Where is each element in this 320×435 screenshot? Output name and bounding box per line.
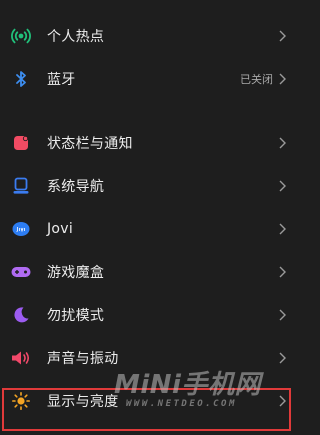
- settings-item-display-brightness[interactable]: 显示与亮度: [0, 379, 295, 422]
- settings-item-hotspot[interactable]: 个人热点: [0, 14, 295, 57]
- settings-item-label: Jovi: [47, 220, 74, 237]
- chevron-right-icon: [279, 309, 286, 320]
- settings-item-label: 个人热点: [47, 28, 105, 45]
- chevron-right-icon: [279, 180, 286, 191]
- chevron-right-icon: [279, 223, 286, 234]
- moon-icon: [10, 304, 32, 326]
- settings-item-label: 勿扰模式: [47, 307, 105, 324]
- chevron-right-icon: [279, 352, 286, 363]
- top-settings-group: 个人热点 蓝牙 已关闭: [0, 14, 295, 100]
- settings-item-label: 状态栏与通知: [47, 135, 133, 152]
- settings-item-label: 显示与亮度: [47, 393, 119, 410]
- chevron-right-icon: [279, 266, 286, 277]
- settings-item-game-box[interactable]: 游戏魔盒: [0, 250, 295, 293]
- jovi-icon: [10, 218, 32, 240]
- bluetooth-status-value: 已关闭: [240, 72, 273, 86]
- settings-item-status-bar-notifications[interactable]: 状态栏与通知: [0, 121, 295, 164]
- settings-item-system-navigation[interactable]: 系统导航: [0, 164, 295, 207]
- brightness-icon: [10, 390, 32, 412]
- settings-item-sound-vibration[interactable]: 声音与振动: [0, 336, 295, 379]
- bluetooth-icon: [10, 68, 32, 90]
- hotspot-icon: [10, 25, 32, 47]
- settings-item-jovi[interactable]: Jovi: [0, 207, 295, 250]
- settings-item-label: 蓝牙: [47, 71, 76, 88]
- chevron-right-icon: [279, 137, 286, 148]
- settings-item-label: 系统导航: [47, 178, 105, 195]
- settings-item-do-not-disturb[interactable]: 勿扰模式: [0, 293, 295, 336]
- notification-icon: [10, 132, 32, 154]
- speaker-icon: [10, 347, 32, 369]
- gamepad-icon: [10, 261, 32, 283]
- chevron-right-icon: [279, 395, 286, 406]
- settings-item-bluetooth[interactable]: 蓝牙 已关闭: [0, 57, 295, 100]
- settings-item-label: 声音与振动: [47, 350, 119, 367]
- settings-item-label: 游戏魔盒: [47, 264, 105, 281]
- chevron-right-icon: [279, 30, 286, 41]
- main-settings-group: 状态栏与通知 系统导航 Jovi 游戏魔盒 勿扰模式 声音与振动 显示与亮度: [0, 121, 295, 422]
- navigation-icon: [10, 175, 32, 197]
- chevron-right-icon: [279, 73, 286, 84]
